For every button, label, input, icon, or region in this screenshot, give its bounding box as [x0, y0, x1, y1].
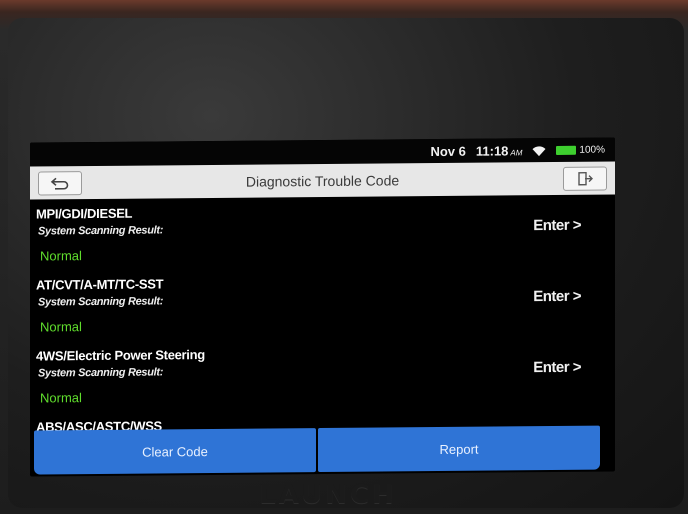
exit-icon: [578, 171, 593, 186]
back-arrow-icon: [50, 177, 69, 190]
status-time: 11:18 AM: [475, 142, 523, 159]
enter-button[interactable]: Enter >: [533, 288, 581, 305]
clear-code-button[interactable]: Clear Code: [34, 428, 316, 475]
page-title: Diagnostic Trouble Code: [245, 171, 400, 190]
battery-icon: [556, 145, 577, 155]
title-bar: Diagnostic Trouble Code: [30, 161, 615, 200]
action-bar: Clear Code Report: [34, 425, 600, 475]
back-button[interactable]: [38, 171, 82, 196]
list-item[interactable]: 4WS/Electric Power Steering System Scann…: [34, 336, 615, 412]
scan-result-value: Normal: [40, 319, 82, 335]
scan-result-label: System Scanning Result:: [38, 224, 164, 238]
scan-result-value: Normal: [40, 390, 82, 406]
report-button[interactable]: Report: [318, 425, 600, 473]
list-item[interactable]: AT/CVT/A-MT/TC-SST System Scanning Resul…: [34, 265, 615, 341]
device-brand-logo: LAUNCH: [259, 480, 397, 510]
battery-percent: 100%: [579, 144, 605, 156]
system-name: MPI/GDI/DIESEL: [36, 205, 133, 222]
scan-result-value: Normal: [40, 248, 82, 264]
system-name: AT/CVT/A-MT/TC-SST: [36, 276, 164, 293]
battery-indicator: 100%: [556, 144, 605, 155]
wifi-icon: [532, 145, 546, 156]
exit-button[interactable]: [563, 166, 607, 191]
scan-result-label: System Scanning Result:: [38, 366, 164, 380]
tablet-screen: Nov 6 11:18 AM 100% Diagnostic Trouble Co…: [30, 137, 615, 477]
enter-button[interactable]: Enter >: [533, 217, 581, 234]
list-item[interactable]: MPI/GDI/DIESEL System Scanning Result: N…: [34, 194, 615, 270]
device-bezel: Nov 6 11:18 AM 100% Diagnostic Trouble Co…: [8, 18, 684, 510]
scan-result-label: System Scanning Result:: [38, 295, 164, 309]
system-name: 4WS/Electric Power Steering: [36, 347, 205, 364]
system-list: MPI/GDI/DIESEL System Scanning Result: N…: [30, 194, 615, 442]
status-date: Nov 6: [430, 143, 466, 159]
enter-button[interactable]: Enter >: [533, 359, 581, 376]
